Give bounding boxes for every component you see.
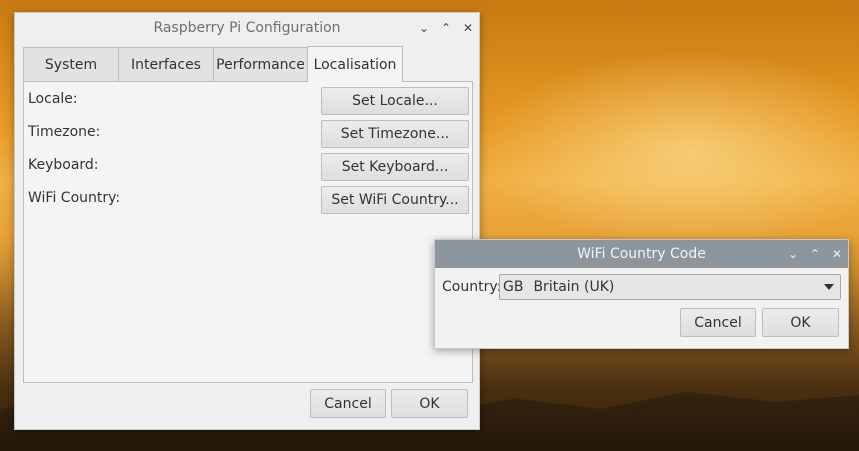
wifi-dialog-titlebar[interactable]: WiFi Country Code ⌄ ⌃ ✕ [435, 240, 848, 268]
tab-localisation[interactable]: Localisation [307, 46, 403, 82]
main-cancel-button[interactable]: Cancel [310, 389, 386, 418]
timezone-label: Timezone: [28, 124, 101, 140]
chevron-up-icon[interactable]: ⌃ [441, 21, 451, 35]
tab-interfaces[interactable]: Interfaces [118, 47, 214, 82]
main-window-controls: ⌄ ⌃ ✕ [419, 13, 473, 43]
main-titlebar[interactable]: Raspberry Pi Configuration ⌄ ⌃ ✕ [15, 13, 479, 43]
set-wifi-country-button[interactable]: Set WiFi Country... [321, 186, 469, 214]
keyboard-label: Keyboard: [28, 157, 99, 173]
chevron-down-icon[interactable]: ⌄ [419, 21, 429, 35]
close-icon[interactable]: ✕ [832, 247, 842, 261]
close-icon[interactable]: ✕ [463, 21, 473, 35]
wifi-country-code-dialog: WiFi Country Code ⌄ ⌃ ✕ Country: GB Brit… [434, 239, 849, 349]
main-ok-button[interactable]: OK [391, 389, 468, 418]
triangle-down-icon [824, 284, 834, 290]
country-label: Country: [442, 279, 502, 295]
country-select[interactable]: GB Britain (UK) [499, 274, 841, 300]
timezone-row: Timezone: Set Timezone... [24, 118, 472, 148]
set-locale-button[interactable]: Set Locale... [321, 87, 469, 115]
country-name: Britain (UK) [533, 279, 615, 295]
tab-performance[interactable]: Performance [213, 47, 308, 82]
chevron-down-icon[interactable]: ⌄ [788, 247, 798, 261]
keyboard-row: Keyboard: Set Keyboard... [24, 151, 472, 181]
raspberry-pi-configuration-window: Raspberry Pi Configuration ⌄ ⌃ ✕ System … [14, 12, 480, 430]
locale-row: Locale: Set Locale... [24, 85, 472, 115]
main-window-title: Raspberry Pi Configuration [153, 20, 341, 36]
wifi-cancel-button[interactable]: Cancel [680, 308, 756, 337]
wifi-country-row: WiFi Country: Set WiFi Country... [24, 184, 472, 214]
set-timezone-button[interactable]: Set Timezone... [321, 120, 469, 148]
tab-system[interactable]: System [23, 47, 119, 82]
tab-bar: System Interfaces Performance Localisati… [23, 46, 403, 82]
localisation-panel: Locale: Set Locale... Timezone: Set Time… [23, 81, 473, 383]
set-keyboard-button[interactable]: Set Keyboard... [321, 153, 469, 181]
wifi-country-label: WiFi Country: [28, 190, 121, 206]
wifi-dialog-title: WiFi Country Code [577, 246, 706, 262]
wifi-dialog-controls: ⌄ ⌃ ✕ [788, 240, 842, 268]
chevron-up-icon[interactable]: ⌃ [810, 247, 820, 261]
locale-label: Locale: [28, 91, 78, 107]
country-code: GB [503, 279, 524, 295]
wifi-ok-button[interactable]: OK [762, 308, 839, 337]
